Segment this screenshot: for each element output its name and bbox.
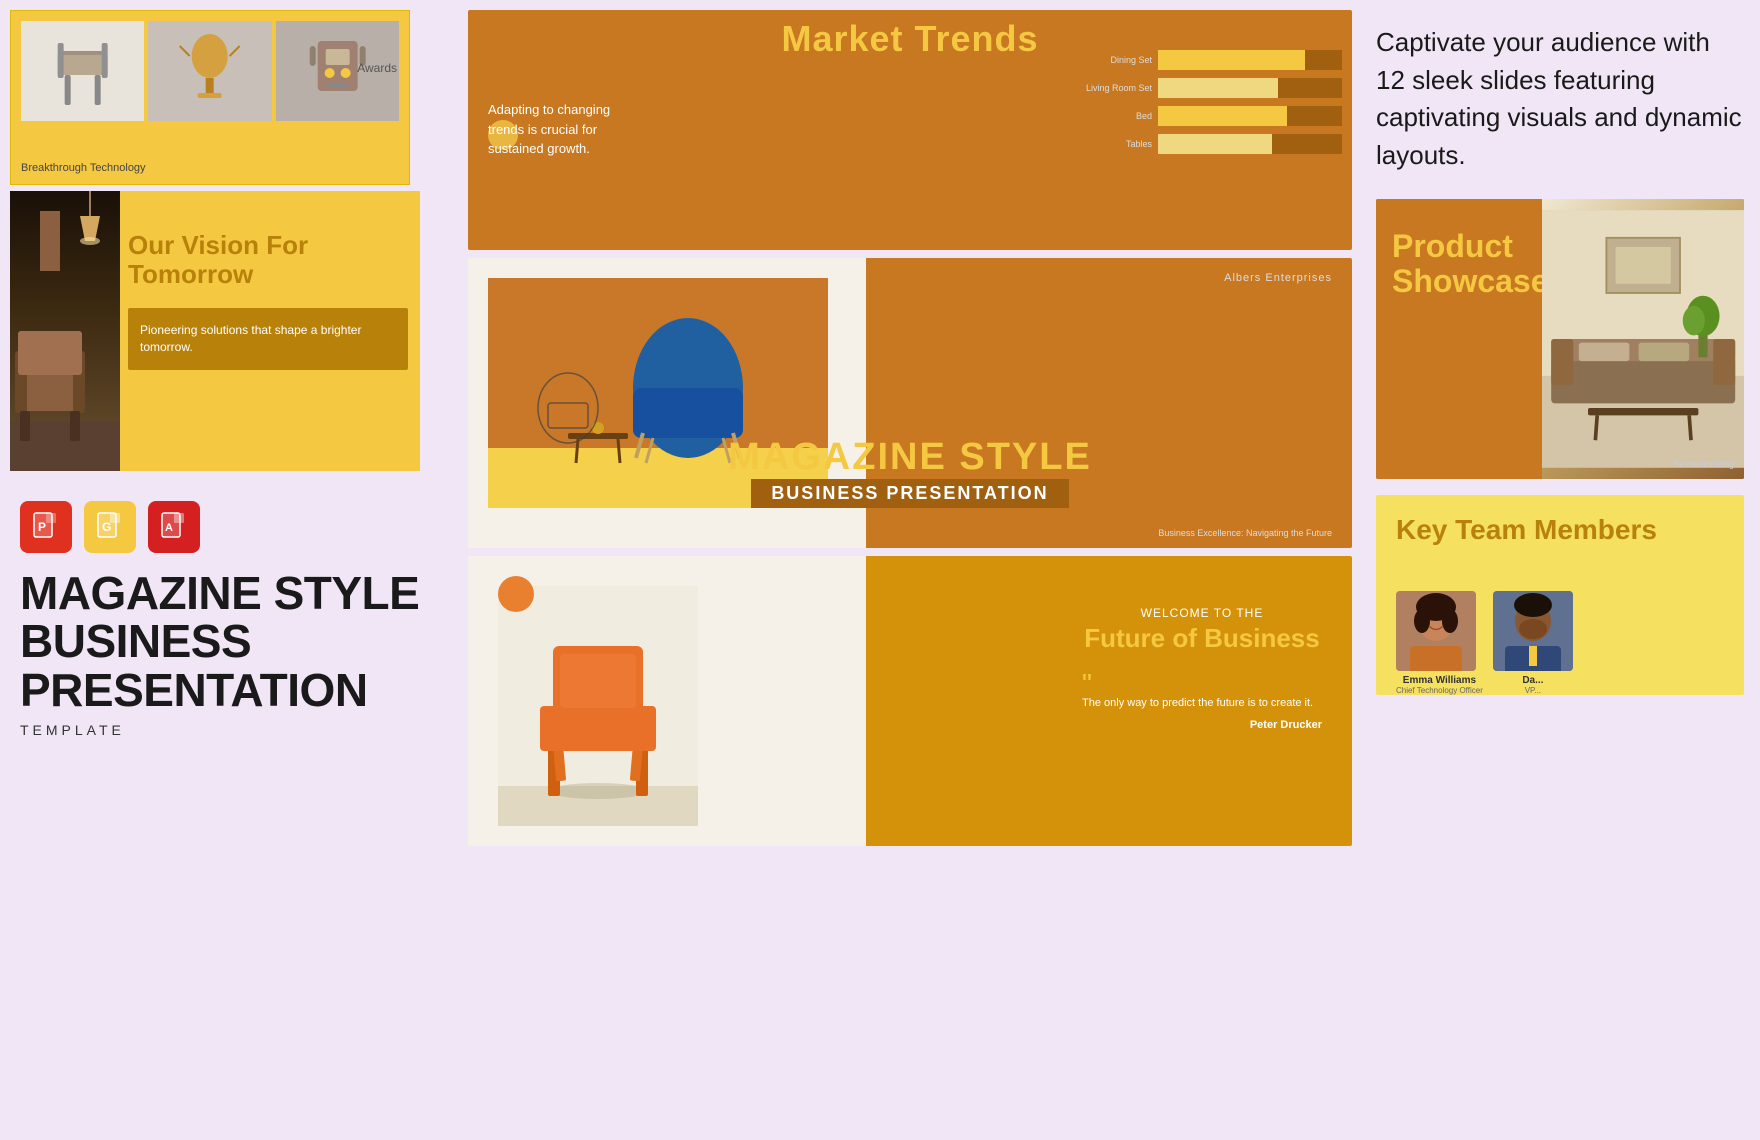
emma-avatar bbox=[1396, 591, 1476, 671]
team-members-row: Emma Williams Chief Technology Officer bbox=[1376, 591, 1593, 695]
product-revolutionizing-text: Revolutionizing bbox=[1673, 459, 1734, 469]
key-team-slide[interactable]: Key Team Members bbox=[1376, 495, 1744, 695]
chart-area: Dining Set Living Room Set Bed Tables bbox=[1082, 50, 1342, 230]
member2-avatar bbox=[1493, 591, 1573, 671]
pptx-icon[interactable]: P bbox=[20, 501, 72, 553]
format-icons-row: P G A bbox=[0, 481, 460, 553]
chart-label-tables: Tables bbox=[1082, 139, 1152, 149]
future-attribution: Peter Drucker bbox=[1082, 719, 1322, 731]
mag-style-text: MAGAZINE STYLE bbox=[468, 436, 1352, 479]
main-subtitle: TEMPLATE bbox=[20, 722, 460, 738]
vision-room-image bbox=[10, 191, 120, 471]
chart-label-living: Living Room Set bbox=[1082, 83, 1152, 93]
product-title: Product Showcase bbox=[1392, 229, 1544, 299]
future-slide[interactable]: WELCOME TO THE Future of Business " The … bbox=[468, 556, 1352, 846]
awards-label: Awards bbox=[357, 61, 397, 75]
product-left-panel: Product Showcase bbox=[1376, 199, 1560, 479]
product-image: Revolutionizing bbox=[1542, 199, 1744, 479]
chart-label-bed: Bed bbox=[1082, 111, 1152, 121]
future-quote-block: " The only way to predict the future is … bbox=[1062, 673, 1342, 732]
future-chair-image bbox=[498, 586, 698, 826]
mag-title-block: MAGAZINE STYLE BUSINESS PRESENTATION bbox=[468, 436, 1352, 508]
pdf-icon[interactable]: A bbox=[148, 501, 200, 553]
middle-column: Market Trends Adapting to changing trend… bbox=[460, 0, 1360, 1140]
future-title: Future of Business bbox=[1062, 624, 1342, 653]
chart-row-tables: Tables bbox=[1082, 134, 1342, 154]
vision-slide[interactable]: Our Vision For Tomorrow Pioneering solut… bbox=[10, 191, 420, 471]
market-trends-slide[interactable]: Market Trends Adapting to changing trend… bbox=[468, 10, 1352, 250]
vision-description-box: Pioneering solutions that shape a bright… bbox=[128, 308, 408, 370]
team-member-emma: Emma Williams Chief Technology Officer bbox=[1396, 591, 1483, 695]
emma-role: Chief Technology Officer bbox=[1396, 686, 1483, 695]
main-layout: Awards Breakthrough Technology bbox=[0, 0, 1760, 1140]
team-member-2: Da... VP... bbox=[1493, 591, 1573, 695]
vision-title: Our Vision For Tomorrow bbox=[128, 231, 408, 288]
chart-row-bed: Bed bbox=[1082, 106, 1342, 126]
vision-content: Our Vision For Tomorrow Pioneering solut… bbox=[128, 231, 408, 370]
future-quote-mark: " bbox=[1082, 673, 1322, 695]
mag-company: Albers Enterprises bbox=[1224, 272, 1332, 284]
breakthrough-label: Breakthrough Technology bbox=[21, 162, 146, 174]
future-dot-decoration bbox=[498, 576, 534, 612]
svg-text:G: G bbox=[102, 520, 111, 534]
mag-footer: Business Excellence: Navigating the Futu… bbox=[1158, 528, 1332, 538]
right-column: Captivate your audience with 12 sleek sl… bbox=[1360, 0, 1760, 1140]
gslides-icon[interactable]: G bbox=[84, 501, 136, 553]
member2-name: Da... bbox=[1493, 675, 1573, 686]
vision-description: Pioneering solutions that shape a bright… bbox=[140, 322, 396, 356]
future-quote-text: The only way to predict the future is to… bbox=[1082, 695, 1322, 712]
product-showcase-slide[interactable]: Product Showcase bbox=[1376, 199, 1744, 479]
svg-text:A: A bbox=[165, 522, 173, 534]
member2-role: VP... bbox=[1493, 686, 1573, 695]
emma-name: Emma Williams bbox=[1396, 675, 1483, 686]
mag-biz-text: BUSINESS PRESENTATION bbox=[751, 479, 1068, 508]
chart-label-dining: Dining Set bbox=[1082, 55, 1152, 65]
chart-row-living: Living Room Set bbox=[1082, 78, 1342, 98]
award-image-1 bbox=[21, 21, 144, 121]
main-title-section: MAGAZINE STYLE BUSINESS PRESENTATION TEM… bbox=[0, 553, 460, 738]
description-text: Captivate your audience with 12 sleek sl… bbox=[1376, 24, 1744, 175]
left-column: Awards Breakthrough Technology bbox=[0, 0, 460, 1140]
magazine-slide[interactable]: Albers Enterprises MAGAZINE STYLE BUSINE… bbox=[468, 258, 1352, 548]
main-title: MAGAZINE STYLE BUSINESS PRESENTATION bbox=[20, 569, 460, 714]
award-image-2 bbox=[148, 21, 271, 121]
awards-slide[interactable]: Awards Breakthrough Technology bbox=[10, 10, 410, 185]
chart-row-dining: Dining Set bbox=[1082, 50, 1342, 70]
future-welcome: WELCOME TO THE bbox=[1062, 606, 1342, 620]
svg-text:P: P bbox=[38, 520, 46, 534]
future-content: WELCOME TO THE Future of Business " The … bbox=[1062, 606, 1342, 731]
key-team-title: Key Team Members bbox=[1376, 495, 1744, 556]
market-trends-description: Adapting to changing trends is crucial f… bbox=[488, 100, 628, 159]
